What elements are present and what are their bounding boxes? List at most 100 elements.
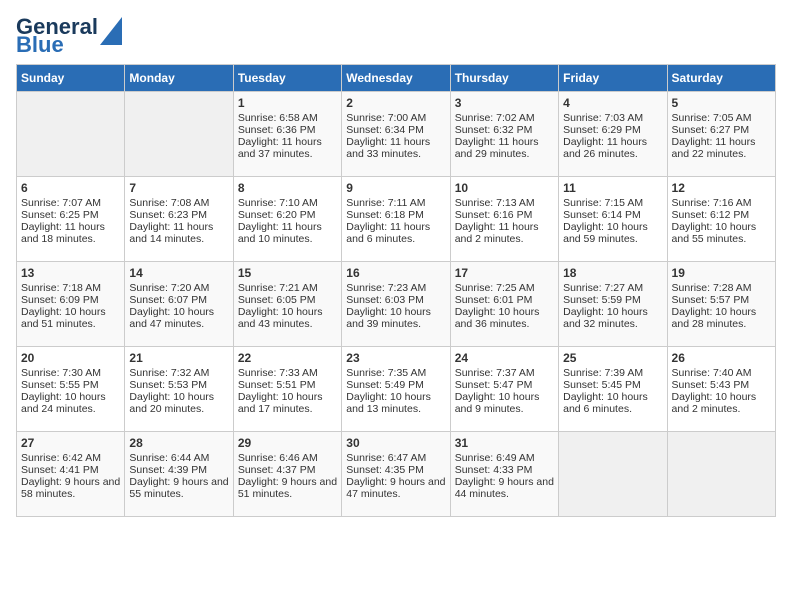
cell-text: Sunrise: 7:35 AM — [346, 367, 445, 379]
cell-text: Sunset: 5:51 PM — [238, 379, 337, 391]
calendar-cell: 23Sunrise: 7:35 AMSunset: 5:49 PMDayligh… — [342, 347, 450, 432]
cell-text: Sunrise: 7:11 AM — [346, 197, 445, 209]
cell-text: Sunset: 5:55 PM — [21, 379, 120, 391]
cell-text: Daylight: 10 hours and 39 minutes. — [346, 306, 445, 330]
cell-text: Daylight: 10 hours and 59 minutes. — [563, 221, 662, 245]
cell-text: Sunset: 6:12 PM — [672, 209, 771, 221]
day-number: 12 — [672, 181, 771, 195]
calendar-cell: 9Sunrise: 7:11 AMSunset: 6:18 PMDaylight… — [342, 177, 450, 262]
calendar-cell: 22 Sunrise: 7:33 AMSunset: 5:51 PMDayligh… — [233, 347, 341, 432]
week-row-3: 13Sunrise: 7:18 AMSunset: 6:09 PMDayligh… — [17, 262, 776, 347]
week-row-5: 27 Sunrise: 6:42 AMSunset: 4:41 PM Dayligh… — [17, 432, 776, 517]
day-number: 14 — [129, 266, 228, 280]
calendar-cell: 10Sunrise: 7:13 AMSunset: 6:16 PMDayligh… — [450, 177, 558, 262]
calendar-cell: 30Sunrise: 6:47 AMSunset: 4:35 PMDayligh… — [342, 432, 450, 517]
cell-text: Sunrise: 7:39 AM — [563, 367, 662, 379]
cell-text: Daylight: 11 hours and 18 minutes. — [21, 221, 120, 245]
calendar-cell — [667, 432, 775, 517]
day-number: 28 — [129, 436, 228, 450]
cell-text: Sunset: 6:01 PM — [455, 294, 554, 306]
day-number: 21 — [129, 351, 228, 365]
cell-text: Sunrise: 6:58 AM — [238, 112, 337, 124]
cell-text: Daylight: 9 hours and 51 minutes. — [238, 476, 337, 500]
cell-text: Sunset: 4:33 PM — [455, 464, 554, 476]
cell-text: Daylight: 10 hours and 6 minutes. — [563, 391, 662, 415]
cell-text: Sunrise: 7:28 AM — [672, 282, 771, 294]
cell-text: Sunrise: 7:00 AM — [346, 112, 445, 124]
calendar-cell: 20Sunrise: 7:30 AMSunset: 5:55 PMDayligh… — [17, 347, 125, 432]
cell-text: Daylight: 10 hours and 24 minutes. — [21, 391, 120, 415]
day-number: 25 — [563, 351, 662, 365]
cell-text: Sunset: 6:14 PM — [563, 209, 662, 221]
cell-text: Sunset: 6:25 PM — [21, 209, 120, 221]
cell-text: Daylight: 10 hours and 47 minutes. — [129, 306, 228, 330]
day-number: 22 — [238, 351, 337, 365]
calendar-cell: 7Sunrise: 7:08 AMSunset: 6:23 PMDaylight… — [125, 177, 233, 262]
cell-text: Sunrise: 7:08 AM — [129, 197, 228, 209]
logo-icon — [100, 17, 122, 45]
cell-text: Sunrise: 7:37 AM — [455, 367, 554, 379]
cell-text: Sunrise: 7:16 AM — [672, 197, 771, 209]
cell-text: Sunset: 6:34 PM — [346, 124, 445, 136]
day-number: 18 — [563, 266, 662, 280]
calendar-cell: 25Sunrise: 7:39 AMSunset: 5:45 PMDayligh… — [559, 347, 667, 432]
cell-text: Sunset: 6:16 PM — [455, 209, 554, 221]
cell-text: Sunset: 6:09 PM — [21, 294, 120, 306]
cell-text: Daylight: 10 hours and 17 minutes. — [238, 391, 337, 415]
cell-text: Daylight: 11 hours and 14 minutes. — [129, 221, 228, 245]
calendar-cell: 29Sunrise: 6:46 AMSunset: 4:37 PMDayligh… — [233, 432, 341, 517]
cell-text: Sunset: 4:35 PM — [346, 464, 445, 476]
calendar-cell: 28Sunrise: 6:44 AMSunset: 4:39 PMDayligh… — [125, 432, 233, 517]
header-cell-wednesday: Wednesday — [342, 65, 450, 92]
calendar-cell: 31Sunrise: 6:49 AMSunset: 4:33 PMDayligh… — [450, 432, 558, 517]
cell-text: Sunrise: 7:40 AM — [672, 367, 771, 379]
header-cell-sunday: Sunday — [17, 65, 125, 92]
day-number: 2 — [346, 96, 445, 110]
header-cell-tuesday: Tuesday — [233, 65, 341, 92]
cell-text: Daylight: 11 hours and 22 minutes. — [672, 136, 771, 160]
calendar-cell: 13Sunrise: 7:18 AMSunset: 6:09 PMDayligh… — [17, 262, 125, 347]
cell-text: Sunrise: 7:27 AM — [563, 282, 662, 294]
day-number: 27 — [21, 436, 120, 450]
cell-text: Daylight: 11 hours and 29 minutes. — [455, 136, 554, 160]
calendar-cell: 26Sunrise: 7:40 AMSunset: 5:43 PMDayligh… — [667, 347, 775, 432]
day-number: 11 — [563, 181, 662, 195]
cell-text: Daylight: 10 hours and 9 minutes. — [455, 391, 554, 415]
cell-text: Sunset: 6:23 PM — [129, 209, 228, 221]
day-number: 26 — [672, 351, 771, 365]
calendar-table: SundayMondayTuesdayWednesdayThursdayFrid… — [16, 64, 776, 517]
cell-text: Sunrise: 7:13 AM — [455, 197, 554, 209]
cell-text: Daylight: 11 hours and 10 minutes. — [238, 221, 337, 245]
cell-text: Daylight: 9 hours and 55 minutes. — [129, 476, 228, 500]
cell-text: Sunset: 4:41 PM — [21, 464, 120, 476]
calendar-cell: 17Sunrise: 7:25 AMSunset: 6:01 PMDayligh… — [450, 262, 558, 347]
calendar-cell: 1Sunrise: 6:58 AMSunset: 6:36 PMDaylight… — [233, 92, 341, 177]
calendar-cell: 8Sunrise: 7:10 AMSunset: 6:20 PMDaylight… — [233, 177, 341, 262]
cell-text: Sunrise: 7:21 AM — [238, 282, 337, 294]
cell-text: Daylight: 10 hours and 32 minutes. — [563, 306, 662, 330]
day-number: 5 — [672, 96, 771, 110]
day-number: 20 — [21, 351, 120, 365]
calendar-cell: 24 Sunrise: 7:37 AMSunset: 5:47 PMDayligh… — [450, 347, 558, 432]
calendar-cell: 4Sunrise: 7:03 AMSunset: 6:29 PMDaylight… — [559, 92, 667, 177]
week-row-4: 20Sunrise: 7:30 AMSunset: 5:55 PMDayligh… — [17, 347, 776, 432]
cell-text: Daylight: 10 hours and 43 minutes. — [238, 306, 337, 330]
cell-text: Sunrise: 7:20 AM — [129, 282, 228, 294]
day-number: 13 — [21, 266, 120, 280]
cell-text: Sunrise: 7:33 AM — [238, 367, 337, 379]
cell-text: Daylight: 9 hours and 44 minutes. — [455, 476, 554, 500]
cell-text: Sunset: 5:47 PM — [455, 379, 554, 391]
header-cell-thursday: Thursday — [450, 65, 558, 92]
calendar-cell — [125, 92, 233, 177]
cell-text: Sunrise: 7:02 AM — [455, 112, 554, 124]
cell-text: Daylight: 10 hours and 2 minutes. — [672, 391, 771, 415]
cell-text: Sunset: 5:53 PM — [129, 379, 228, 391]
cell-text: Sunset: 6:27 PM — [672, 124, 771, 136]
header-row: SundayMondayTuesdayWednesdayThursdayFrid… — [17, 65, 776, 92]
cell-text: Sunrise: 6:42 AM — [21, 452, 120, 464]
day-number: 3 — [455, 96, 554, 110]
calendar-cell: 18Sunrise: 7:27 AMSunset: 5:59 PMDayligh… — [559, 262, 667, 347]
calendar-cell: 12Sunrise: 7:16 AMSunset: 6:12 PMDayligh… — [667, 177, 775, 262]
cell-text: Sunrise: 7:25 AM — [455, 282, 554, 294]
day-number: 24 — [455, 351, 554, 365]
